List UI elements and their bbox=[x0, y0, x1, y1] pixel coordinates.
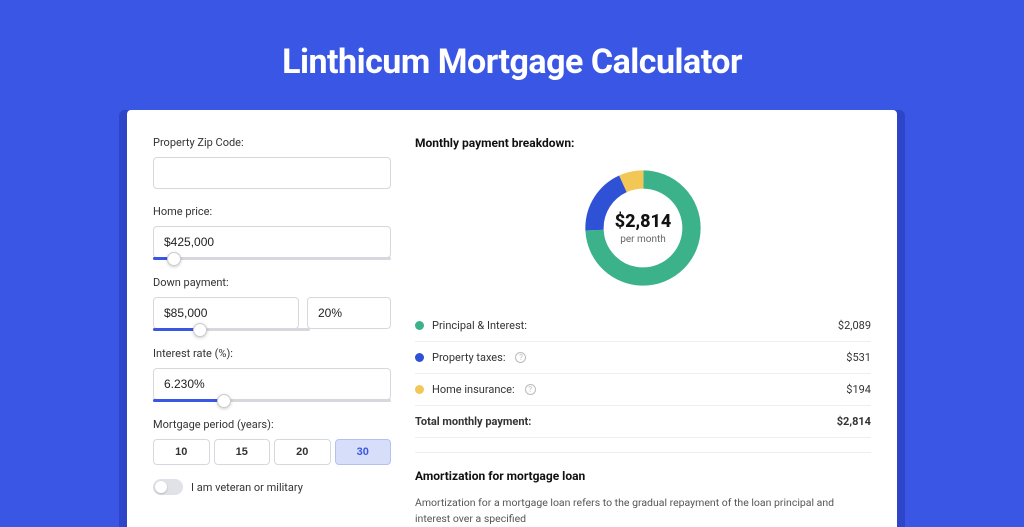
down-label: Down payment: bbox=[153, 276, 391, 289]
donut-amount: $2,814 bbox=[615, 211, 672, 232]
card-shadow: Property Zip Code: Home price: Down paym… bbox=[119, 110, 905, 527]
info-icon[interactable]: ? bbox=[515, 352, 526, 363]
period-label: Mortgage period (years): bbox=[153, 418, 391, 431]
amortization-section: Amortization for mortgage loan Amortizat… bbox=[415, 452, 871, 527]
zip-field-group: Property Zip Code: bbox=[153, 136, 391, 189]
legend-label-principal: Principal & Interest: bbox=[432, 319, 527, 332]
veteran-toggle[interactable] bbox=[153, 479, 183, 495]
price-label: Home price: bbox=[153, 205, 391, 218]
donut-center: $2,814 per month bbox=[615, 211, 672, 245]
donut-sub: per month bbox=[615, 234, 672, 245]
amortization-text: Amortization for a mortgage loan refers … bbox=[415, 495, 871, 527]
legend-value-principal: $2,089 bbox=[838, 319, 871, 332]
price-slider-thumb[interactable] bbox=[167, 252, 181, 266]
down-pct-input[interactable] bbox=[307, 297, 391, 329]
price-input[interactable] bbox=[153, 226, 391, 258]
legend-label-total: Total monthly payment: bbox=[415, 415, 531, 428]
legend-value-taxes: $531 bbox=[846, 351, 871, 364]
veteran-toggle-knob bbox=[155, 481, 167, 493]
down-slider[interactable] bbox=[153, 328, 310, 331]
legend-row-taxes: Property taxes: ? $531 bbox=[415, 342, 871, 374]
donut-wrap: $2,814 per month bbox=[415, 164, 871, 292]
zip-input[interactable] bbox=[153, 157, 391, 189]
amortization-heading: Amortization for mortgage loan bbox=[415, 469, 871, 483]
form-column: Property Zip Code: Home price: Down paym… bbox=[153, 136, 391, 527]
zip-label: Property Zip Code: bbox=[153, 136, 391, 149]
breakdown-heading: Monthly payment breakdown: bbox=[415, 136, 871, 150]
period-btn-15[interactable]: 15 bbox=[214, 439, 271, 465]
legend-value-insurance: $194 bbox=[846, 383, 871, 396]
down-field-group: Down payment: bbox=[153, 276, 391, 331]
legend-row-insurance: Home insurance: ? $194 bbox=[415, 374, 871, 406]
period-btn-10[interactable]: 10 bbox=[153, 439, 210, 465]
veteran-row: I am veteran or military bbox=[153, 479, 391, 495]
legend-dot-principal bbox=[415, 321, 424, 330]
legend-dot-taxes bbox=[415, 353, 424, 362]
legend-label-taxes: Property taxes: bbox=[432, 351, 505, 364]
period-buttons: 10 15 20 30 bbox=[153, 439, 391, 465]
legend-row-principal: Principal & Interest: $2,089 bbox=[415, 310, 871, 342]
rate-input[interactable] bbox=[153, 368, 391, 400]
breakdown-column: Monthly payment breakdown: $2,814 per mo… bbox=[415, 136, 871, 527]
donut-chart: $2,814 per month bbox=[579, 164, 707, 292]
period-btn-30[interactable]: 30 bbox=[335, 439, 392, 465]
legend-row-total: Total monthly payment: $2,814 bbox=[415, 406, 871, 438]
legend-label-insurance: Home insurance: bbox=[432, 383, 515, 396]
period-btn-20[interactable]: 20 bbox=[274, 439, 331, 465]
page-title: Linthicum Mortgage Calculator bbox=[0, 0, 1024, 110]
veteran-label: I am veteran or military bbox=[191, 481, 303, 494]
info-icon[interactable]: ? bbox=[525, 384, 536, 395]
legend-value-total: $2,814 bbox=[837, 415, 871, 428]
rate-label: Interest rate (%): bbox=[153, 347, 391, 360]
rate-slider[interactable] bbox=[153, 399, 391, 402]
price-field-group: Home price: bbox=[153, 205, 391, 260]
legend-dot-insurance bbox=[415, 385, 424, 394]
period-field-group: Mortgage period (years): 10 15 20 30 bbox=[153, 418, 391, 465]
rate-slider-thumb[interactable] bbox=[217, 394, 231, 408]
calculator-card: Property Zip Code: Home price: Down paym… bbox=[127, 110, 897, 527]
price-slider[interactable] bbox=[153, 257, 391, 260]
down-slider-thumb[interactable] bbox=[193, 323, 207, 337]
rate-field-group: Interest rate (%): bbox=[153, 347, 391, 402]
down-amount-input[interactable] bbox=[153, 297, 299, 329]
